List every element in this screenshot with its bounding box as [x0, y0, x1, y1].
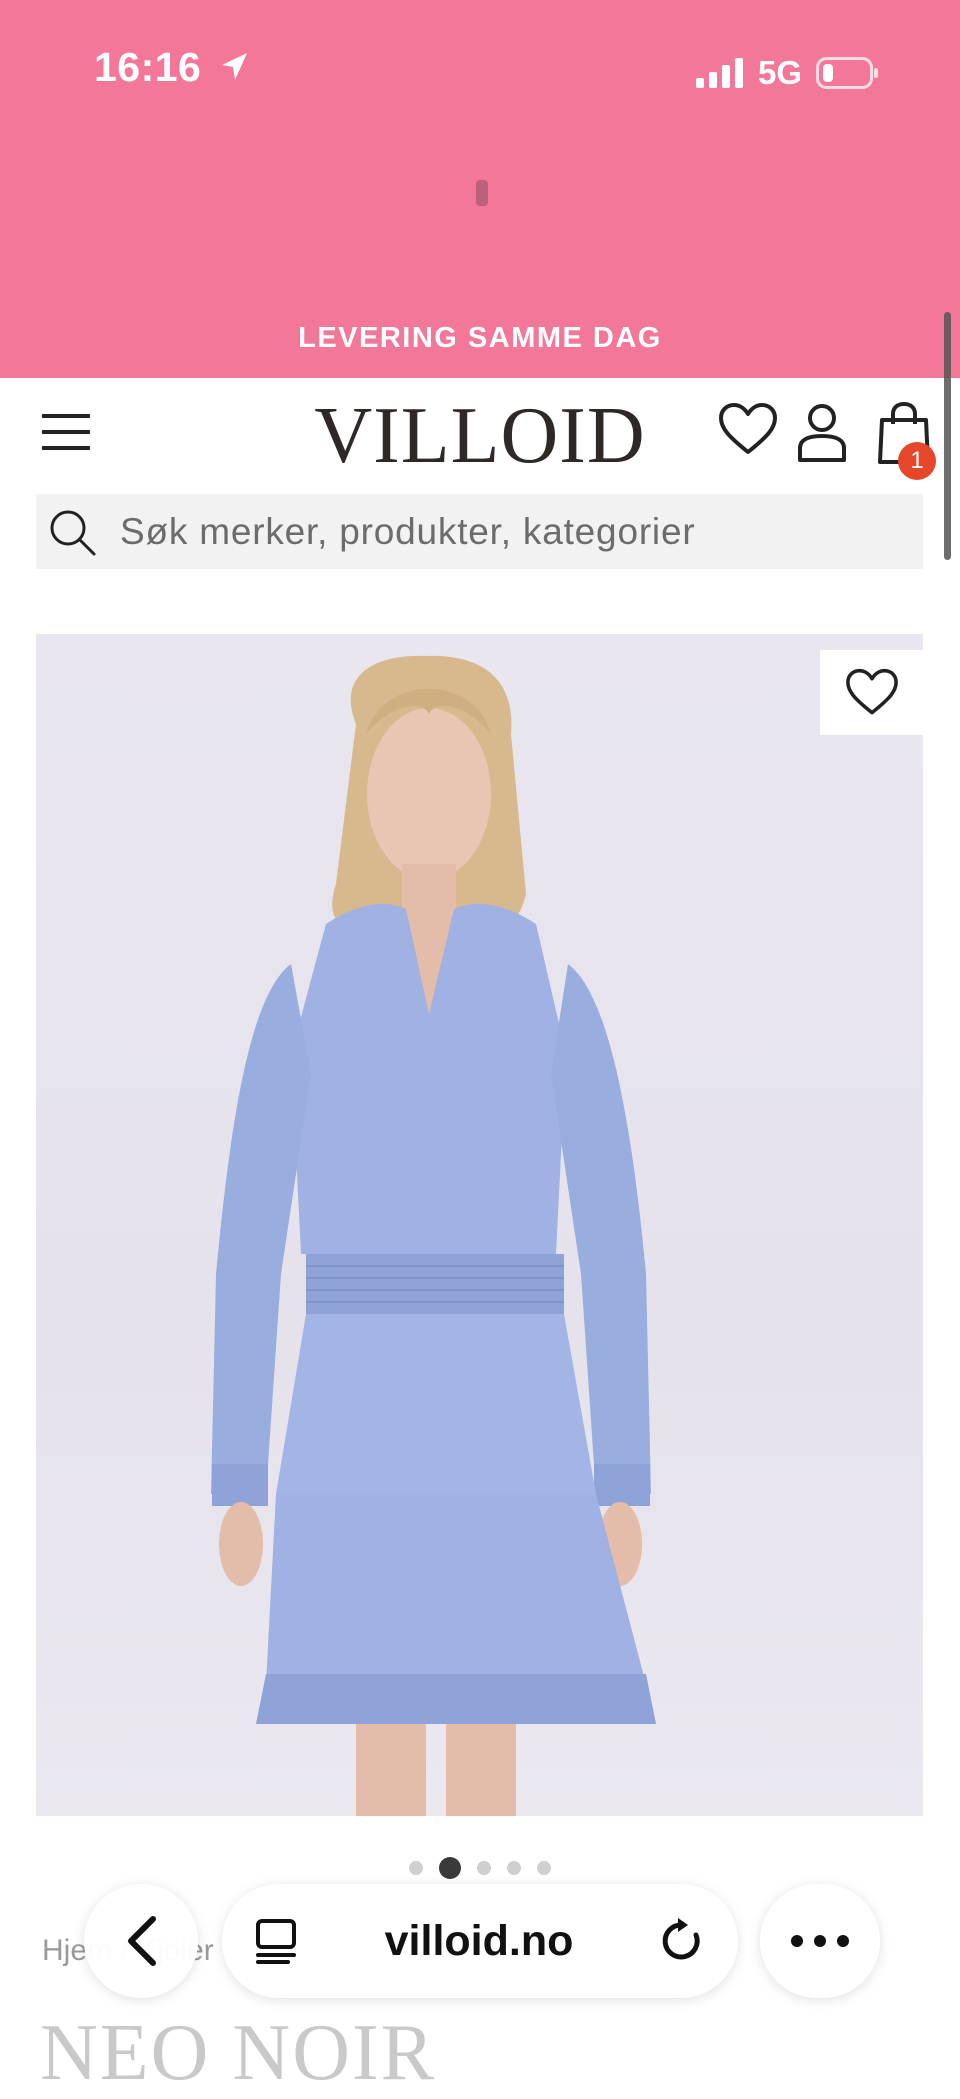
heart-icon [845, 668, 898, 714]
product-photo-illustration [211, 655, 656, 1816]
carousel-dot[interactable] [537, 1861, 551, 1875]
network-type: 5G [757, 54, 802, 91]
carousel-dot-active[interactable] [439, 1857, 461, 1879]
heart-icon[interactable] [718, 402, 778, 458]
loading-indicator [476, 180, 488, 206]
battery-icon [816, 57, 878, 89]
carousel-dot[interactable] [507, 1861, 521, 1875]
product-image[interactable] [36, 634, 923, 1816]
site-header: VILLOID [0, 378, 960, 488]
image-carousel-indicator [0, 1857, 960, 1879]
status-indicators: 5G [695, 54, 880, 92]
browser-back-button[interactable] [84, 1884, 198, 1998]
search-input[interactable] [118, 509, 882, 554]
chevron-left-icon [128, 1916, 156, 1966]
tab-overview-icon[interactable] [252, 1916, 302, 1966]
browser-address-bar[interactable]: villoid.no [222, 1884, 738, 1998]
more-dots-icon [791, 1935, 849, 1947]
signal-icon [695, 58, 743, 88]
browser-more-button[interactable] [760, 1884, 880, 1998]
user-icon[interactable] [796, 402, 848, 462]
browser-url[interactable]: villoid.no [302, 1917, 656, 1966]
product-brand[interactable]: NEO NOIR [40, 2008, 436, 2099]
search-icon [50, 510, 96, 555]
cart-count-badge: 1 [898, 442, 936, 480]
scrollbar[interactable] [944, 312, 951, 560]
add-to-wishlist-button[interactable] [820, 650, 923, 735]
search-bar[interactable] [36, 494, 923, 569]
promo-text: LEVERING SAMME DAG [298, 322, 662, 354]
carousel-dot[interactable] [409, 1861, 423, 1875]
carousel-dot[interactable] [477, 1861, 491, 1875]
status-time: 16:16 [94, 44, 249, 91]
location-arrow-icon [222, 53, 248, 80]
reload-icon[interactable] [656, 1915, 708, 1967]
